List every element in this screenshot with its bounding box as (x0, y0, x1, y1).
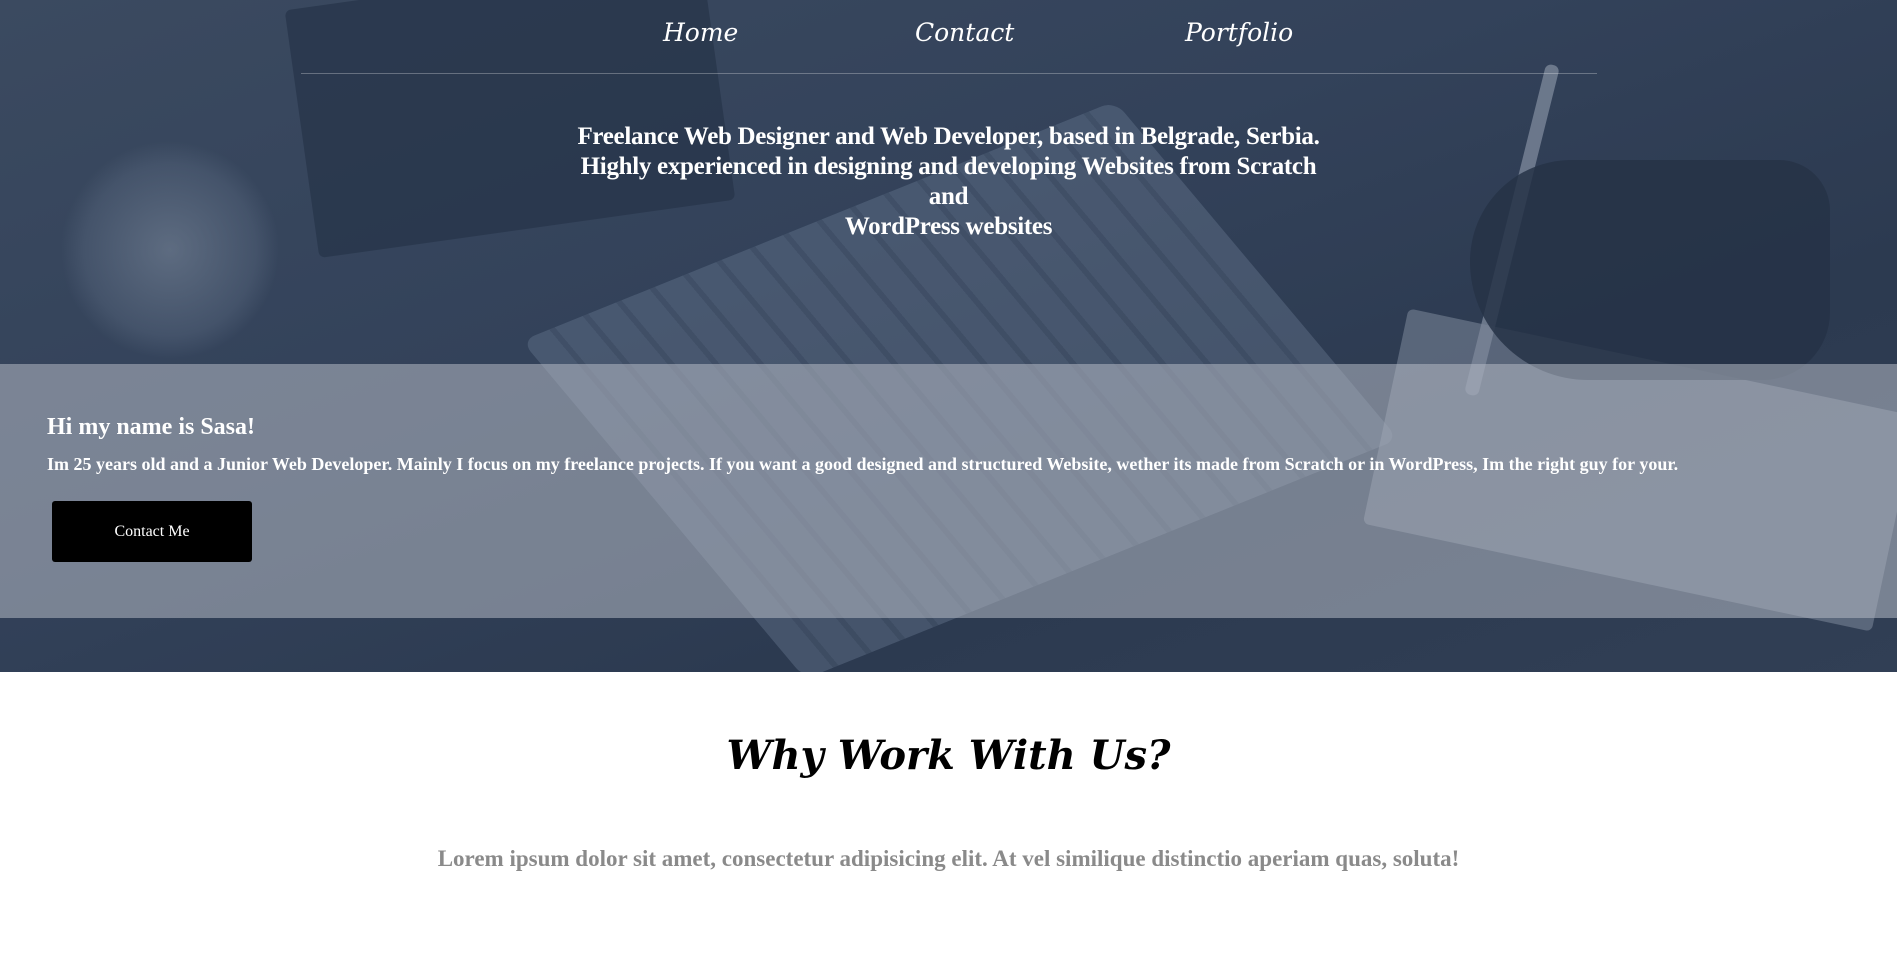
background-hand (1470, 160, 1830, 380)
background-plant (60, 140, 280, 360)
about-text: Im 25 years old and a Junior Web Develop… (47, 454, 1679, 474)
about-band (0, 364, 1897, 618)
why-work-text: Lorem ipsum dolor sit amet, consectetur … (437, 846, 1460, 871)
why-work-title: Why Work With Us? (726, 732, 1171, 779)
nav-link-contact[interactable]: Contact (915, 18, 1014, 47)
tagline-line-2: Highly experienced in designing and deve… (580, 153, 1317, 210)
about-title: Hi my name is Sasa! (47, 414, 256, 440)
nav-link-portfolio[interactable]: Portfolio (1185, 18, 1293, 47)
tagline-line-1: Freelance Web Designer and Web Developer… (577, 123, 1320, 150)
hero-tagline: Freelance Web Designer and Web Developer… (560, 122, 1337, 242)
nav-link-home[interactable]: Home (663, 18, 738, 47)
main-nav: Home Contact Portfolio (301, 0, 1597, 74)
contact-me-button[interactable]: Contact Me (52, 501, 252, 562)
tagline-line-3: WordPress websites (844, 213, 1053, 240)
hero-section: Home Contact Portfolio Freelance Web Des… (0, 0, 1897, 672)
